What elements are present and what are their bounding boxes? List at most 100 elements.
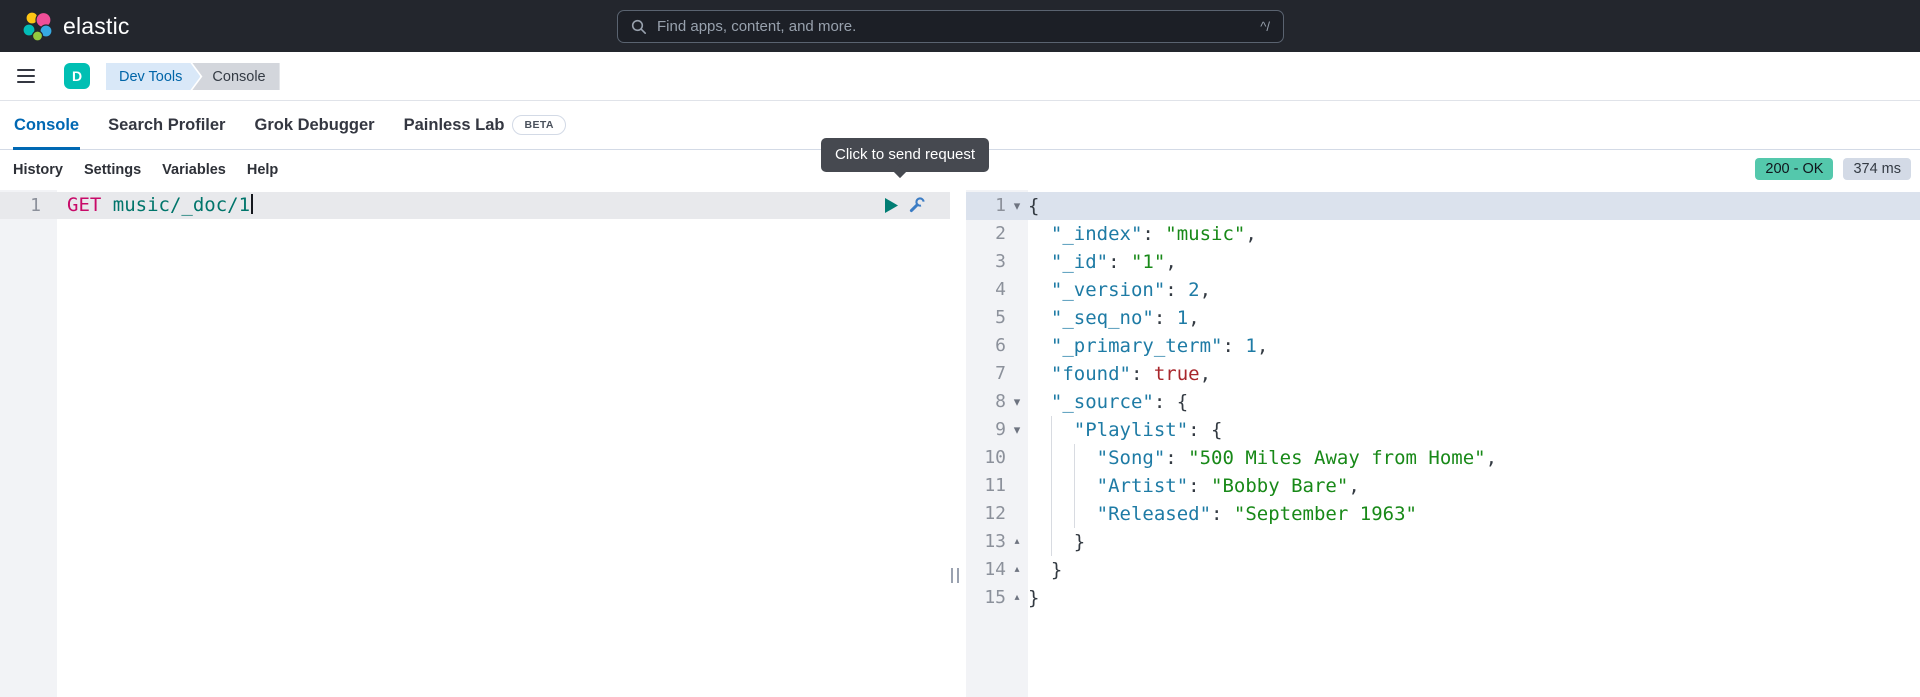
code-text: "_id": "1", [1028,248,1177,276]
indent-guide [1051,416,1074,444]
response-line-2: 2 "_index": "music", [966,220,1920,248]
response-line-15: 15▴} [966,584,1920,612]
space-avatar[interactable]: D [64,63,90,89]
breadcrumb-bar: D Dev Tools Console [0,52,1920,101]
line-number: 15 [966,584,1006,612]
search-shortcut-hint: ^/ [1260,19,1270,34]
response-line-3: 3 "_id": "1", [966,248,1920,276]
response-line-5: 5 "_seq_no": 1, [966,304,1920,332]
search-icon [631,19,647,35]
elastic-logo-icon [22,10,54,42]
request-line[interactable]: GET music/_doc/1 [67,192,253,219]
breadcrumb: Dev Tools Console [106,63,280,90]
response-line-8: 8▾ "_source": { [966,388,1920,416]
tab-label: Console [14,116,79,135]
code-text: } [1028,584,1039,612]
fold-spacer [1006,276,1028,304]
indent-guide [1074,444,1097,472]
response-line-9: 9▾ "Playlist": { [966,416,1920,444]
code-text: "_version": 2, [1028,276,1211,304]
code-text: "found": true, [1028,360,1211,388]
editor-gutter [0,190,57,697]
elastic-logo[interactable]: elastic [22,10,130,42]
line-number: 6 [966,332,1006,360]
code-text: } [1028,528,1085,556]
menu-settings[interactable]: Settings [84,162,141,178]
request-actions [884,196,926,214]
fold-toggle-icon[interactable]: ▾ [1006,388,1028,416]
fold-toggle-icon[interactable]: ▴ [1006,556,1028,584]
line-number: 14 [966,556,1006,584]
menu-hamburger-icon[interactable] [17,69,35,83]
tab-label: Grok Debugger [254,116,374,135]
code-text: "Song": "500 Miles Away from Home", [1028,444,1497,472]
line-number: 3 [966,248,1006,276]
breadcrumb-console: Console [192,63,279,90]
fold-toggle-icon[interactable]: ▾ [1006,416,1028,444]
space-initial: D [72,68,82,84]
response-line-11: 11 "Artist": "Bobby Bare", [966,472,1920,500]
line-number: 5 [966,304,1006,332]
breadcrumb-dev-tools[interactable]: Dev Tools [106,63,200,90]
tab-painless-lab[interactable]: Painless Lab BETA [403,101,567,149]
menu-variables[interactable]: Variables [162,162,226,178]
code-text: "_primary_term": 1, [1028,332,1268,360]
line-number: 11 [966,472,1006,500]
indent-guide [1074,500,1097,528]
menu-history[interactable]: History [13,162,63,178]
fold-toggle-icon[interactable]: ▾ [1006,192,1028,220]
line-number: 2 [966,220,1006,248]
response-line-6: 6 "_primary_term": 1, [966,332,1920,360]
response-viewer: 1▾{2 "_index": "music",3 "_id": "1",4 "_… [966,190,1920,697]
line-number: 8 [966,388,1006,416]
code-text: "_source": { [1028,388,1188,416]
indent-guide [1051,472,1074,500]
search-placeholder: Find apps, content, and more. [657,18,1250,35]
code-text: "Artist": "Bobby Bare", [1028,472,1360,500]
code-text: } [1028,556,1062,584]
indent-guide [1051,500,1074,528]
send-request-play-icon[interactable] [884,197,899,214]
wrench-icon[interactable] [908,196,926,214]
line-number: 12 [966,500,1006,528]
indent-guide [1051,444,1074,472]
code-text: { [1028,192,1039,220]
response-code: 1▾{2 "_index": "music",3 "_id": "1",4 "_… [966,192,1920,612]
response-line-4: 4 "_version": 2, [966,276,1920,304]
fold-toggle-icon[interactable]: ▴ [1006,584,1028,612]
fold-spacer [1006,248,1028,276]
logo-wordmark: elastic [63,13,130,40]
response-line-1: 1▾{ [966,192,1920,220]
pane-resize-handle[interactable] [951,568,959,583]
fold-spacer [1006,500,1028,528]
line-number: 10 [966,444,1006,472]
line-number: 7 [966,360,1006,388]
indent-guide [1051,528,1074,556]
request-method: GET [67,194,101,216]
menu-help[interactable]: Help [247,162,278,178]
request-editor[interactable]: 1 GET music/_doc/1 [0,190,950,697]
fold-spacer [1006,304,1028,332]
line-number: 1 [966,192,1006,220]
global-search-input[interactable]: Find apps, content, and more. ^/ [617,10,1284,43]
response-line-13: 13▴ } [966,528,1920,556]
response-line-10: 10 "Song": "500 Miles Away from Home", [966,444,1920,472]
response-line-12: 12 "Released": "September 1963" [966,500,1920,528]
line-number: 13 [966,528,1006,556]
code-text: "_seq_no": 1, [1028,304,1200,332]
time-badge: 374 ms [1843,158,1911,180]
fold-spacer [1006,220,1028,248]
tab-grok-debugger[interactable]: Grok Debugger [253,101,375,149]
tab-search-profiler[interactable]: Search Profiler [107,101,226,149]
fold-toggle-icon[interactable]: ▴ [1006,528,1028,556]
code-text: "Playlist": { [1028,416,1222,444]
beta-badge: BETA [512,115,565,135]
response-badges: 200 - OK 374 ms [1755,158,1911,180]
tab-label: Painless Lab [404,116,505,135]
text-cursor [251,194,253,214]
fold-spacer [1006,444,1028,472]
tab-console[interactable]: Console [13,101,80,149]
fold-spacer [1006,332,1028,360]
global-header: elastic Find apps, content, and more. ^/ [0,0,1920,52]
indent-guide [1074,472,1097,500]
